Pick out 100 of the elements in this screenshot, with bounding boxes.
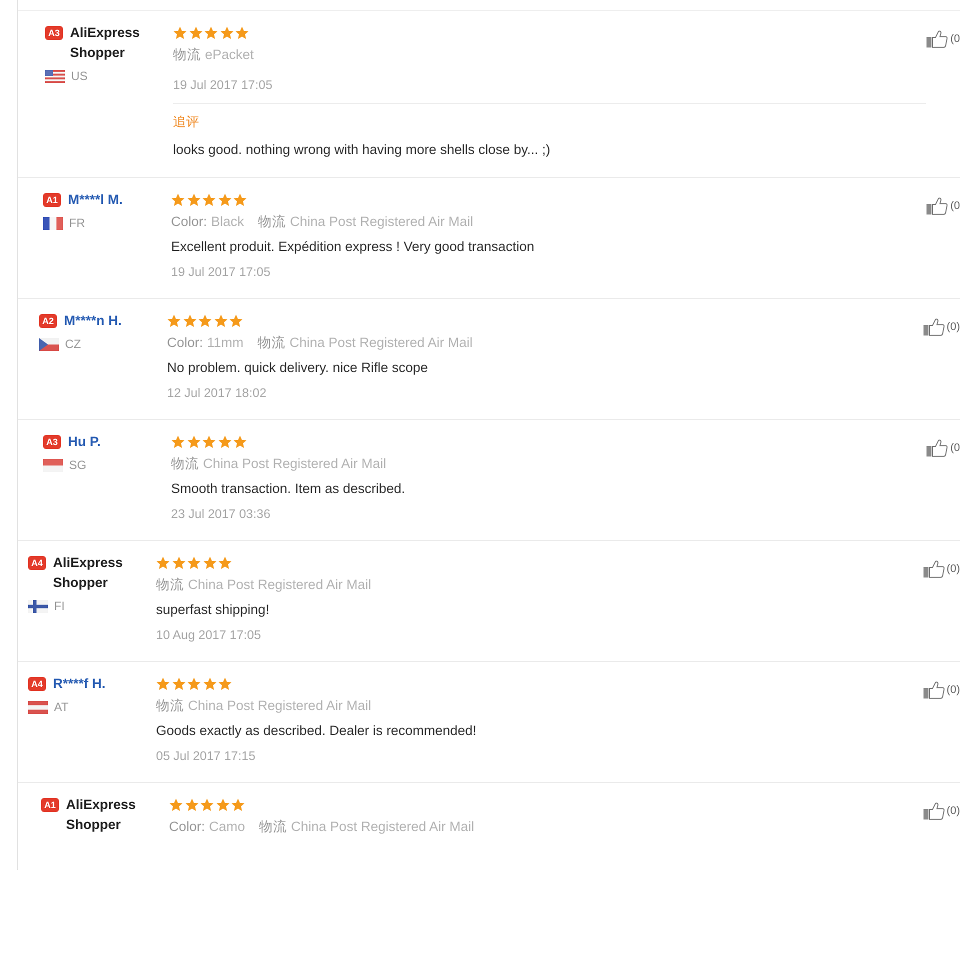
shipping-label: 物流 bbox=[258, 213, 286, 231]
review-text: superfast shipping! bbox=[156, 601, 270, 619]
review-date: 19 Jul 2017 17:05 bbox=[173, 77, 274, 94]
helpful-button[interactable]: (0 bbox=[926, 196, 960, 216]
star-icon bbox=[218, 677, 232, 691]
star-icon bbox=[172, 677, 186, 691]
thumbs-up-icon bbox=[922, 560, 945, 578]
star-icon bbox=[233, 435, 247, 449]
level-badge: A1 bbox=[41, 798, 59, 812]
star-icon bbox=[229, 314, 243, 328]
country-code: CZ bbox=[65, 337, 81, 351]
country-code: FR bbox=[69, 216, 85, 230]
review-date: 10 Aug 2017 17:05 bbox=[156, 627, 262, 644]
star-icon bbox=[167, 314, 181, 328]
level-badge: A4 bbox=[28, 556, 46, 570]
flag-icon bbox=[45, 70, 65, 82]
shipping-label: 物流 bbox=[156, 697, 184, 715]
star-icon bbox=[202, 556, 216, 570]
flag-icon bbox=[28, 600, 48, 612]
star-icon bbox=[231, 798, 245, 812]
helpful-button[interactable]: (0) bbox=[922, 680, 960, 700]
reviewer-name: Hu P. bbox=[68, 433, 101, 451]
level-badge: A1 bbox=[43, 193, 61, 207]
shipping-method: China Post Registered Air Mail bbox=[203, 455, 386, 473]
attribute-value: Black bbox=[211, 213, 244, 231]
thumbs-up-icon bbox=[926, 439, 948, 457]
star-icon bbox=[182, 314, 196, 328]
review-date: 19 Jul 2017 17:05 bbox=[171, 264, 272, 281]
star-icon bbox=[186, 435, 200, 449]
review-date: 12 Jul 2017 18:02 bbox=[167, 385, 268, 402]
star-icon bbox=[187, 677, 201, 691]
reviewer-name: M****n H. bbox=[64, 312, 122, 330]
star-icon bbox=[184, 798, 198, 812]
level-badge: A2 bbox=[39, 314, 57, 328]
followup-text: looks good. nothing wrong with having more shells close by... ;) bbox=[173, 141, 552, 159]
star-icon bbox=[187, 556, 201, 570]
attribute-value: Camo bbox=[209, 818, 246, 836]
shipping-label: 物流 bbox=[171, 455, 199, 473]
review-text: Goods exactly as described. Dealer is recommended! bbox=[156, 722, 478, 740]
thumbs-up-icon bbox=[922, 318, 945, 336]
star-icon bbox=[156, 556, 170, 570]
reviewer-name: R****f H. bbox=[53, 675, 106, 693]
star-icon bbox=[202, 435, 216, 449]
helpful-button[interactable]: (0 bbox=[926, 29, 960, 49]
country-code: US bbox=[71, 69, 88, 83]
star-icon bbox=[171, 193, 185, 207]
star-icon bbox=[218, 556, 232, 570]
review-date: 05 Jul 2017 17:15 bbox=[156, 748, 256, 765]
flag-icon bbox=[39, 338, 59, 350]
reviewer-name: AliExpress Shopper bbox=[70, 24, 141, 62]
flag-icon bbox=[43, 458, 63, 472]
shipping-label: 物流 bbox=[173, 46, 201, 64]
star-icon bbox=[173, 26, 187, 40]
shipping-label: 物流 bbox=[259, 818, 288, 836]
shipping-label: 物流 bbox=[156, 576, 184, 594]
shipping-method: China Post Registered Air Mail bbox=[188, 576, 372, 594]
attribute-value: 11mm bbox=[207, 334, 244, 352]
star-icon bbox=[218, 435, 232, 449]
star-icon bbox=[235, 26, 249, 40]
thumbs-up-icon bbox=[922, 681, 945, 699]
thumbs-up-icon bbox=[926, 197, 948, 215]
star-icon bbox=[202, 193, 216, 207]
country-code: FI bbox=[54, 599, 65, 613]
shipping-method: ePacket bbox=[205, 46, 254, 64]
helpful-button[interactable]: (0 bbox=[926, 438, 960, 458]
shipping-method: China Post Registered Air Mail bbox=[290, 334, 473, 352]
reviewer-name: AliExpress Shopper bbox=[53, 554, 124, 592]
star-icon bbox=[188, 26, 202, 40]
attribute-label: Color: bbox=[169, 818, 206, 836]
helpful-button[interactable]: (0) bbox=[922, 317, 960, 337]
shipping-method: China Post Registered Air Mail bbox=[188, 697, 372, 715]
star-icon bbox=[202, 677, 216, 691]
country-code: AT bbox=[54, 700, 68, 714]
followup-label: 追评 bbox=[173, 113, 200, 131]
star-icon bbox=[169, 798, 183, 812]
shipping-method: China Post Registered Air Mail bbox=[291, 818, 474, 836]
reviewer-name: AliExpress Shopper bbox=[66, 796, 137, 834]
star-icon bbox=[216, 798, 230, 812]
attribute-label: Color: bbox=[167, 334, 204, 352]
review-text: Excellent produit. Expédition express ! Very good transaction bbox=[171, 238, 536, 256]
flag-icon bbox=[43, 216, 63, 230]
helpful-button[interactable]: (0) bbox=[922, 801, 960, 821]
star-icon bbox=[200, 798, 214, 812]
level-badge: A3 bbox=[43, 435, 61, 449]
thumbs-up-icon bbox=[922, 802, 945, 820]
attribute-label: Color: bbox=[171, 213, 208, 231]
thumbs-up-icon bbox=[926, 30, 948, 48]
star-icon bbox=[233, 193, 247, 207]
star-icon bbox=[156, 677, 170, 691]
star-icon bbox=[218, 193, 232, 207]
reviewer-name: M****l M. bbox=[68, 191, 123, 209]
level-badge: A3 bbox=[45, 26, 63, 40]
shipping-method: China Post Registered Air Mail bbox=[290, 213, 474, 231]
shipping-label: 物流 bbox=[258, 334, 286, 352]
level-badge: A4 bbox=[28, 677, 46, 691]
helpful-button[interactable]: (0) bbox=[922, 559, 960, 579]
star-icon bbox=[186, 193, 200, 207]
country-code: SG bbox=[69, 458, 86, 472]
star-icon bbox=[198, 314, 212, 328]
star-icon bbox=[172, 556, 186, 570]
